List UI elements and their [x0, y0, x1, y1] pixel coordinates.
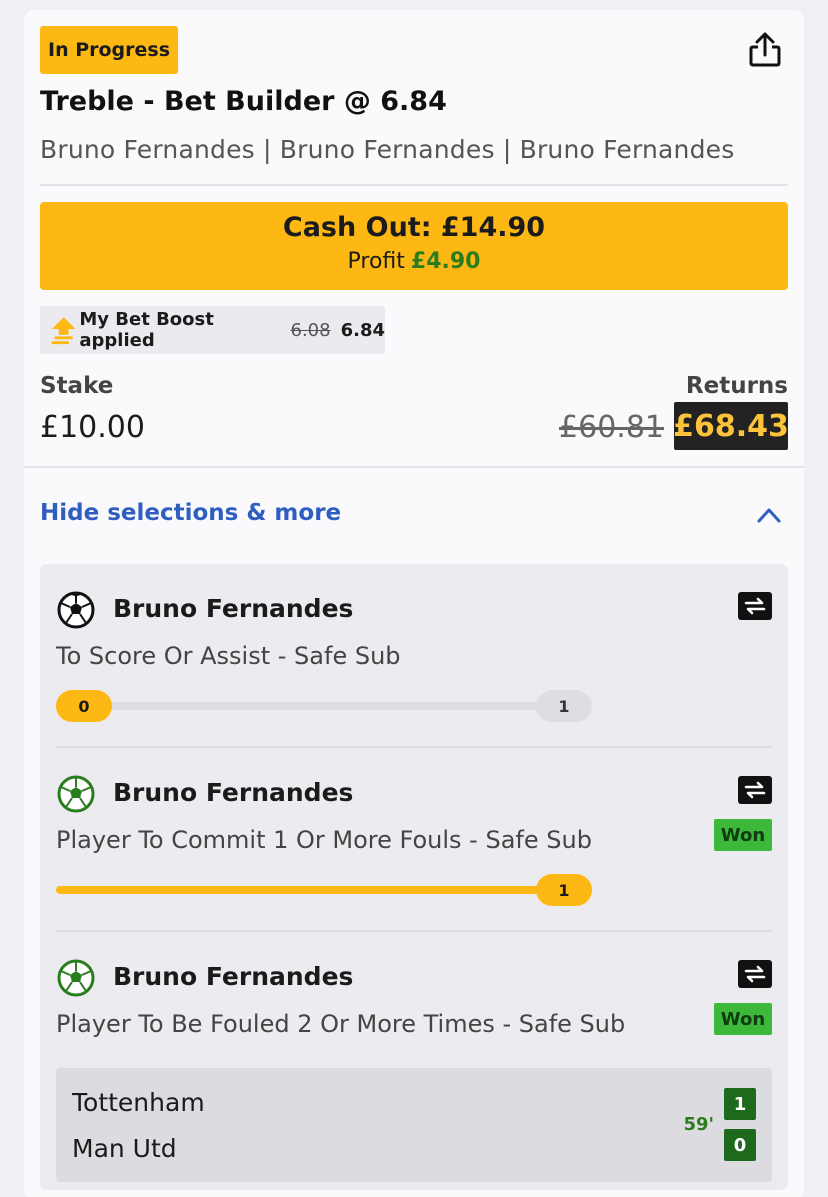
cash-out-label: Cash Out: £14.90: [282, 212, 546, 243]
progress-tracker: 0 1: [56, 690, 592, 722]
selection-summary: Bruno Fernandes | Bruno Fernandes | Brun…: [40, 135, 735, 164]
home-team: Tottenham: [72, 1088, 205, 1117]
selection-market: Player To Commit 1 Or More Fouls - Safe …: [56, 826, 592, 854]
boost-new-odds: 6.84: [340, 319, 385, 341]
football-icon: [57, 591, 95, 629]
won-badge: Won: [714, 819, 772, 851]
selection-market: To Score Or Assist - Safe Sub: [56, 642, 401, 670]
cash-out-button[interactable]: Cash Out: £14.90 Profit £4.90: [40, 202, 788, 290]
returns-old-value: £60.81: [559, 410, 664, 445]
profit-row: Profit £4.90: [40, 249, 788, 274]
swap-icon[interactable]: [738, 960, 772, 988]
chevron-up-icon[interactable]: [756, 506, 782, 524]
bet-title: Treble - Bet Builder @ 6.84: [40, 86, 447, 117]
bet-boost-pill: My Bet Boost applied 6.08 6.84: [40, 306, 385, 354]
selection-player: Bruno Fernandes: [113, 962, 354, 991]
selection-market: Player To Be Fouled 2 Or More Times - Sa…: [56, 1010, 626, 1038]
selections-panel: Bruno Fernandes To Score Or Assist - Saf…: [40, 564, 788, 1190]
boost-label: My Bet Boost applied: [79, 309, 214, 351]
selection-item: Bruno Fernandes Player To Be Fouled 2 Or…: [56, 932, 772, 1190]
progress-track: [56, 886, 556, 894]
swap-icon[interactable]: [738, 592, 772, 620]
divider: [24, 466, 804, 468]
stake-label: Stake: [40, 373, 114, 399]
selection-item: Bruno Fernandes Player To Commit 1 Or Mo…: [56, 748, 772, 932]
selection-player: Bruno Fernandes: [113, 778, 354, 807]
returns-label: Returns: [685, 373, 788, 399]
stake-value: £10.00: [40, 410, 145, 445]
selection-player: Bruno Fernandes: [113, 594, 354, 623]
won-badge: Won: [714, 1003, 772, 1035]
home-score: 1: [724, 1088, 756, 1120]
bet-card: In Progress Treble - Bet Builder @ 6.84 …: [24, 10, 804, 1197]
progress-target: 1: [536, 690, 592, 722]
boost-old-odds: 6.08: [290, 319, 331, 341]
divider: [40, 184, 788, 186]
football-icon: [57, 775, 95, 813]
football-icon: [57, 959, 95, 997]
swap-icon[interactable]: [738, 776, 772, 804]
away-team: Man Utd: [72, 1134, 177, 1163]
progress-current: 0: [56, 690, 112, 722]
progress-target: 1: [536, 874, 592, 906]
share-icon[interactable]: [748, 32, 782, 68]
selection-item: Bruno Fernandes To Score Or Assist - Saf…: [56, 564, 772, 748]
hide-selections-link[interactable]: Hide selections & more: [40, 500, 341, 526]
away-score: 0: [724, 1129, 756, 1161]
match-minute: 59': [683, 1114, 714, 1135]
status-badge: In Progress: [40, 26, 179, 74]
progress-track: [76, 702, 576, 710]
boost-arrow-icon: [51, 317, 76, 345]
progress-tracker: 1: [56, 874, 592, 906]
match-scoreboard[interactable]: Tottenham Man Utd 59' 1 0: [56, 1068, 772, 1182]
profit-label: Profit: [347, 249, 405, 274]
profit-value: £4.90: [410, 249, 481, 274]
returns-boosted-value: £68.43: [673, 402, 789, 450]
